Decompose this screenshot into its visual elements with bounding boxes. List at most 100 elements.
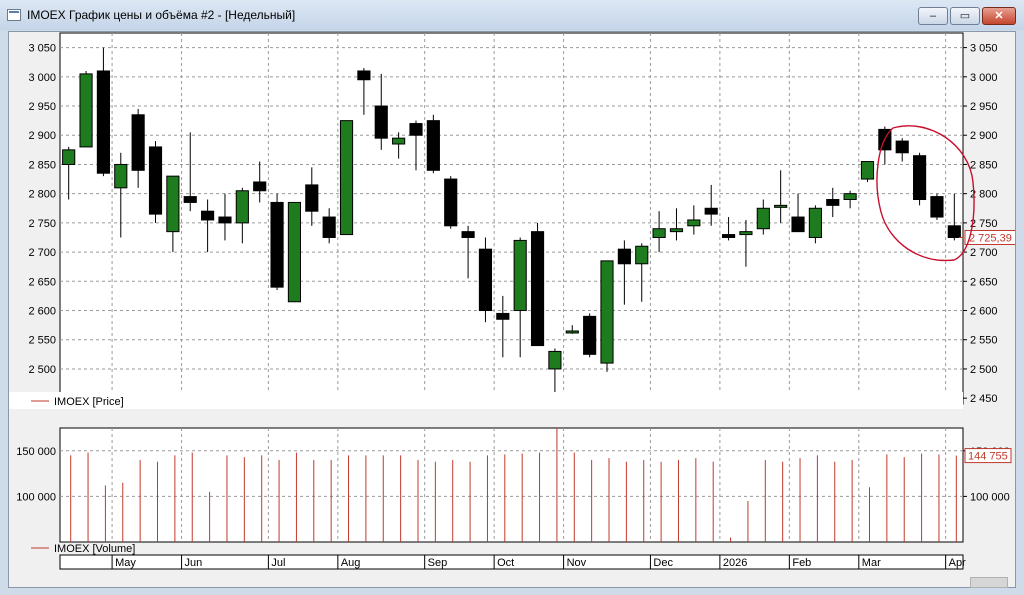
candle — [426, 114, 440, 174]
candle-body — [426, 120, 440, 171]
price-legend-label: IMOEX [Price] — [54, 396, 124, 408]
candle — [913, 152, 927, 206]
volume-y-tick-label-right: 100 000 — [970, 491, 1010, 503]
price-legend-band — [9, 392, 963, 409]
price-y-tick-label-left: 2 650 — [28, 276, 56, 288]
time-axis-label: Feb — [792, 557, 811, 569]
candle-body — [357, 70, 371, 81]
time-axis-label: Aug — [341, 557, 361, 569]
chart-frame: 2 4502 4502 5002 5002 5502 5502 6002 600… — [8, 31, 1016, 588]
candle — [148, 141, 163, 223]
candle — [583, 313, 597, 358]
restore-button[interactable]: ▭ — [950, 7, 980, 25]
candle-body — [96, 70, 110, 174]
price-y-tick-label-left: 2 550 — [28, 335, 56, 347]
candle-body — [913, 155, 927, 201]
candle — [930, 193, 944, 220]
price-y-tick-label-left: 2 900 — [28, 130, 56, 142]
candle-body — [409, 123, 423, 136]
candle-body — [530, 231, 545, 347]
candle-body — [756, 207, 770, 230]
close-button[interactable]: ✕ — [982, 7, 1016, 25]
candle-body — [287, 201, 302, 303]
price-y-tick-label-right: 2 750 — [970, 218, 998, 230]
candle — [287, 201, 302, 303]
price-y-tick-label-right: 2 950 — [970, 101, 998, 113]
price-y-tick-label-left: 2 950 — [28, 101, 56, 113]
price-y-tick-label-right: 3 000 — [970, 72, 998, 84]
price-y-tick-label-right: 2 500 — [970, 364, 998, 376]
candle-body — [339, 120, 354, 236]
horizontal-scrollbar-thumb[interactable] — [970, 577, 1008, 588]
candle-body — [600, 260, 614, 364]
price-y-tick-label-right: 3 050 — [970, 43, 998, 55]
restore-icon: ▭ — [959, 10, 971, 22]
candle-body — [392, 137, 406, 145]
candle-body — [322, 216, 336, 238]
window-title-bar[interactable]: IMOEX График цены и объёма #2 - [Недельн… — [0, 0, 1024, 30]
price-y-tick-label-right: 2 650 — [970, 276, 998, 288]
time-axis-label: May — [115, 557, 136, 569]
candle-body — [704, 207, 718, 215]
minimize-icon: – — [929, 10, 937, 22]
candle-body — [62, 149, 76, 165]
volume-y-tick-label-left: 100 000 — [16, 491, 56, 503]
candle-body — [444, 178, 458, 227]
candle-body — [305, 184, 319, 212]
price-y-tick-label-left: 3 000 — [28, 72, 56, 84]
candle-body — [947, 225, 961, 238]
price-plot-area — [59, 32, 964, 405]
minimize-button[interactable]: – — [918, 7, 948, 25]
candle — [860, 161, 875, 182]
candle-body — [687, 219, 701, 227]
candle-body — [114, 163, 128, 189]
time-axis-label: Nov — [567, 557, 587, 569]
price-y-tick-label-left: 2 850 — [28, 159, 56, 171]
volume-legend-label: IMOEX [Volume] — [54, 543, 135, 555]
candle-body — [148, 146, 163, 215]
candle-body — [808, 207, 822, 238]
candle — [79, 70, 93, 148]
price-y-tick-label-left: 3 050 — [28, 43, 56, 55]
candle-body — [652, 228, 666, 238]
time-axis-label: Apr — [949, 557, 966, 569]
candle — [808, 205, 822, 244]
candle-body — [253, 181, 267, 192]
candle-body — [739, 231, 753, 236]
window-title: IMOEX График цены и объёма #2 - [Недельн… — [27, 8, 296, 22]
candle-body — [774, 204, 788, 208]
time-axis-label: Jun — [185, 557, 203, 569]
price-y-tick-label-right: 2 550 — [970, 335, 998, 347]
candle — [600, 260, 614, 372]
price-y-tick-label-left: 2 600 — [28, 306, 56, 318]
candle-body — [721, 234, 736, 238]
candle-body — [635, 245, 649, 265]
candle — [270, 193, 284, 291]
candle — [478, 237, 493, 323]
candle-body — [669, 228, 684, 233]
candle-body — [513, 239, 527, 312]
last-price-label: 2 725,39 — [969, 232, 1012, 244]
time-axis-label: Sep — [428, 557, 448, 569]
price-y-tick-label-right: 2 450 — [970, 393, 998, 405]
candle-body — [930, 196, 944, 218]
time-axis-label: 2026 — [723, 557, 747, 569]
price-y-tick-label-right: 2 850 — [970, 159, 998, 171]
candle-body — [617, 248, 631, 265]
volume-y-tick-label-left: 150 000 — [16, 446, 56, 458]
candle-body — [895, 140, 909, 154]
time-axis-label: Dec — [653, 557, 673, 569]
close-icon: ✕ — [994, 10, 1004, 22]
candle-body — [826, 199, 840, 206]
price-volume-chart[interactable]: 2 4502 4502 5002 5002 5502 5502 6002 600… — [9, 32, 1015, 587]
candle — [444, 176, 458, 229]
price-y-tick-label-right: 2 900 — [970, 130, 998, 142]
candle-body — [201, 210, 215, 221]
price-y-tick-label-left: 2 800 — [28, 189, 56, 201]
candle-body — [548, 350, 562, 370]
candle-body — [235, 190, 249, 224]
candle-body — [478, 248, 493, 312]
chart-window-icon — [7, 9, 21, 21]
candle-body — [270, 201, 284, 288]
candle-body — [791, 216, 805, 233]
